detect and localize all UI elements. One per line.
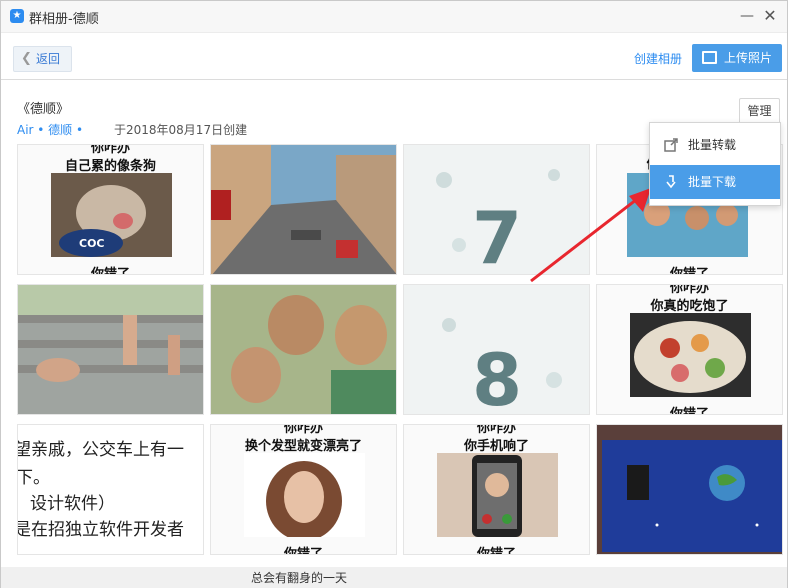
meme-caption: 你真的吃饱了 [650,299,729,314]
share-icon [664,138,678,152]
menu-item-label: 批量转载 [688,138,737,152]
back-label: 返回 [36,52,61,66]
app-window: ★ 群相册-德顺 — ✕ ❮ 返回 创建相册 上传照片 《德顺》 Air • 德… [0,0,788,588]
woman-portrait-photo [244,453,365,537]
text-screenshot-line: 下。 [17,468,50,488]
photo-tile[interactable] [17,284,204,415]
text-screenshot-line: 设计软件） [30,494,115,514]
photo-tile[interactable] [210,144,397,275]
app-star-icon: ★ [10,9,24,23]
phone-photo [437,453,558,537]
number-eight-wallpaper: 8 [404,285,589,415]
meme-bottom-text: 你错了 [476,547,516,555]
close-button[interactable]: ✕ [761,7,779,25]
photo-tile[interactable]: 望亲戚，公交车上有一 下。 设计软件） 是在招独立软件开发者 [17,424,204,555]
album-title: 《德顺》 [17,102,70,117]
street-photo [211,145,396,274]
food-platter-photo [630,313,751,397]
photo-tile[interactable]: 你咋办 你真的吃饱了 你错了 [596,284,783,415]
annotation-arrow [530,188,651,283]
svg-text:8: 8 [472,338,522,415]
photo-tile[interactable] [210,284,397,415]
window-title: 群相册-德顺 [29,12,99,27]
kids-photo [211,285,396,414]
photo-tile[interactable]: 你咋办 你手机响了 你错了 [403,424,590,555]
toolbar: ❮ 返回 创建相册 上传照片 [1,34,787,80]
upload-label: 上传照片 [724,51,773,65]
album-author[interactable]: Air • 德顺 • [17,123,83,137]
download-icon [666,175,676,189]
dog-photo: COC [51,173,172,257]
title-bar: ★ 群相册-德顺 — ✕ [1,1,787,33]
back-button[interactable]: ❮ 返回 [13,46,72,72]
blue-box-photo [597,425,782,554]
text-screenshot-line: 是在招独立软件开发者 [17,520,184,540]
svg-text:7: 7 [472,196,522,275]
menu-item-batch-repost[interactable]: 批量转载 [650,128,780,162]
photo-tile[interactable]: 你咋办 自己累的像条狗 COC 你错了 [17,144,204,275]
photo-tile[interactable]: 8 [403,284,590,415]
text-screenshot-line: 望亲戚，公交车上有一 [17,440,184,460]
chevron-left-icon: ❮ [21,51,32,66]
album-created-date: 于2018年08月17日创建 [114,123,248,137]
photo-tile[interactable]: 你咋办 换个发型就变漂亮了 你错了 [210,424,397,555]
meme-bottom-text: 你错了 [669,407,709,415]
create-album-link[interactable]: 创建相册 [634,50,682,67]
manage-button[interactable]: 管理 [739,98,780,124]
partial-caption: 总会有翻身的一天 [251,571,348,585]
meme-caption: 你手机响了 [463,439,529,454]
menu-item-label: 批量下载 [688,175,737,189]
minimize-button[interactable]: — [738,7,756,25]
upload-photos-button[interactable]: 上传照片 [692,44,782,72]
menu-item-batch-download[interactable]: 批量下载 [650,165,780,199]
svg-text:COC: COC [79,237,105,250]
meme-bottom-text: 你错了 [283,547,323,555]
next-row-preview: 总会有翻身的一天 [1,567,787,588]
meme-bottom-text: 你错了 [90,267,130,275]
meme-caption: 换个发型就变漂亮了 [244,439,362,454]
meme-caption: 自己累的像条狗 [64,159,156,174]
album-meta: Air • 德顺 • 于2018年08月17日创建 [17,121,247,138]
photo-tile[interactable] [596,424,783,555]
image-icon [702,51,717,64]
stairs-photo [18,285,203,414]
manage-dropdown-menu: 批量转载 批量下载 [649,122,781,206]
